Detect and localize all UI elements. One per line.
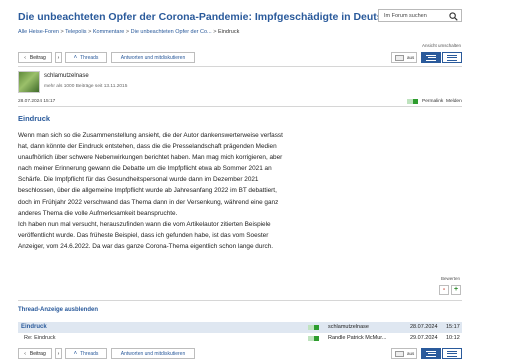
chevron-right-icon: › — [57, 350, 60, 357]
prev-post-label: Beitrag — [29, 350, 46, 357]
search-input[interactable] — [379, 10, 445, 21]
threads-label: Threads — [80, 350, 99, 357]
list-view-icon — [426, 350, 436, 357]
vote-up-button[interactable]: + — [451, 285, 461, 295]
reply-button[interactable]: Antworten und mitdiskutieren — [111, 348, 195, 359]
post-line: hat, dann könnte der Eindruck entstehen,… — [18, 143, 277, 151]
thread-author: schlamutzelnase — [328, 324, 369, 330]
chevron-left-icon: ‹ — [24, 350, 26, 357]
prev-post-button[interactable]: ‹ Beitrag — [18, 348, 52, 359]
table-row[interactable]: Eindruck schlamutzelnase 28.07.2024 15:1… — [18, 322, 462, 333]
flat-view-button[interactable] — [442, 348, 462, 359]
post-line: beschlossen, über die allgemeine Impfpfl… — [18, 187, 277, 195]
chevron-up-icon: ˄ — [73, 54, 78, 61]
breadcrumb-separator: > — [88, 29, 92, 35]
post-line: Anzeiger, vom 24.6.2022. Da war das ganz… — [18, 242, 274, 250]
thread-time: 10:12 — [446, 335, 460, 341]
breadcrumb-item-kommentare[interactable]: Kommentare — [93, 29, 125, 35]
next-post-button[interactable]: › — [55, 52, 62, 63]
chevron-left-icon: ‹ — [24, 54, 26, 61]
breadcrumb: Alle Heise-Foren > Telepolis > Kommentar… — [18, 29, 239, 35]
post-line: Ich haben nun mal versucht, herauszufind… — [18, 220, 271, 228]
avatar[interactable] — [18, 71, 40, 93]
post-date: 28.07.2024 15:17 — [18, 99, 56, 104]
vote-down-button[interactable]: - — [439, 285, 449, 295]
toggle-switch-icon — [395, 350, 404, 357]
breadcrumb-separator: > — [60, 29, 64, 35]
rating-bar — [308, 325, 319, 330]
thread-date: 28.07.2024 — [410, 324, 438, 330]
search-icon[interactable] — [449, 12, 458, 21]
post-line: unaufhörlich über schwere Nebenwirkungen… — [18, 154, 283, 162]
chevron-right-icon: › — [57, 54, 60, 61]
rating-bar — [407, 99, 418, 104]
post-line: Schärfe. Die Impfpflicht für das Gesundh… — [18, 176, 259, 184]
report-link[interactable]: Melden — [446, 99, 462, 104]
author-name[interactable]: schlamutzelnase — [44, 73, 89, 79]
list-view-icon — [447, 350, 457, 357]
divider — [18, 300, 462, 301]
next-post-button[interactable]: › — [55, 348, 62, 359]
prev-post-button[interactable]: ‹ Beitrag — [18, 52, 52, 63]
threaded-view-button[interactable] — [421, 348, 441, 359]
breadcrumb-current: Eindruck — [217, 29, 240, 35]
thread-title[interactable]: Eindruck — [21, 324, 47, 330]
toggle-label: aus — [407, 351, 415, 356]
author-meta: mehr als 1000 Beiträge seit 13.11.2015 — [44, 84, 128, 89]
rate-label: Bewerten — [441, 276, 461, 281]
divider — [18, 106, 462, 107]
breadcrumb-separator: > — [213, 29, 217, 35]
post-title: Eindruck — [18, 114, 51, 123]
breadcrumb-separator: > — [125, 29, 130, 35]
toggle-switch-icon — [395, 54, 404, 61]
post-line: Wenn man sich so die Zusammenstellung an… — [18, 132, 283, 139]
threads-button[interactable]: ˄ Threads — [65, 348, 107, 359]
list-view-icon — [426, 54, 436, 61]
threads-button[interactable]: ˄ Threads — [65, 52, 107, 63]
post-line: nach meiner Erinnerung gewann die Debatt… — [18, 165, 272, 173]
breadcrumb-item-telepolis[interactable]: Telepolis — [65, 29, 86, 35]
view-toggle-label: Ansicht umschalten — [422, 43, 462, 48]
thread-title[interactable]: Re: Eindruck — [24, 335, 56, 341]
post-line: doch im Frühjahr 2022 verschwand das The… — [18, 198, 279, 206]
thread-date: 29.07.2024 — [410, 335, 438, 341]
post-line: veröffentlicht wurde. Das früheste Beisp… — [18, 231, 269, 239]
thread-author: Randle Patrick McMur... — [328, 335, 387, 341]
divider — [18, 66, 462, 67]
table-row[interactable]: Re: Eindruck Randle Patrick McMur... 29.… — [18, 333, 462, 344]
view-toggle-switch[interactable]: aus — [391, 348, 417, 359]
thread-time: 15:17 — [446, 324, 460, 330]
toggle-label: aus — [407, 55, 415, 60]
breadcrumb-item-forums[interactable]: Alle Heise-Foren — [18, 29, 59, 35]
list-view-icon — [447, 54, 457, 61]
chevron-up-icon: ˄ — [73, 350, 78, 357]
breadcrumb-item-article[interactable]: Die unbeachteten Opfer der Co... — [131, 29, 212, 35]
threaded-view-button[interactable] — [421, 52, 441, 63]
view-toggle-switch[interactable]: aus — [391, 52, 417, 63]
hide-thread-link[interactable]: Thread-Anzeige ausblenden — [18, 307, 98, 313]
post-line: anderes Thema die volle Aufmerksamkeit b… — [18, 209, 178, 217]
forum-search[interactable] — [378, 9, 462, 22]
threads-label: Threads — [80, 54, 99, 61]
flat-view-button[interactable] — [442, 52, 462, 63]
reply-button[interactable]: Antworten und mitdiskutieren — [111, 52, 195, 63]
permalink-link[interactable]: Permalink — [422, 99, 443, 104]
post-body: Wenn man sich so die Zusammenstellung an… — [18, 130, 318, 252]
rating-bar — [308, 336, 319, 341]
page-title: Die unbeachteten Opfer der Corona-Pandem… — [18, 11, 417, 23]
prev-post-label: Beitrag — [29, 54, 46, 61]
